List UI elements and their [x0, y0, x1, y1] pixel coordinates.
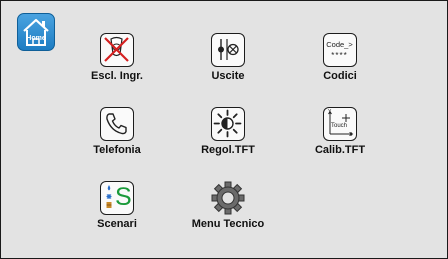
touch-calibration-icon: Y Touch X	[323, 107, 357, 141]
phone-icon	[100, 107, 134, 141]
main-menu-screen: Home Escl. Ingr. Uscite Code_> **** Codi…	[0, 0, 448, 259]
home-icon	[23, 18, 49, 46]
tile-label: Calib.TFT	[314, 144, 366, 156]
tile-label: Menu Tecnico	[191, 218, 265, 230]
outputs-icon	[211, 33, 245, 67]
brightness-icon	[211, 107, 245, 141]
touch-text: Touch	[331, 123, 348, 129]
tile-label: Scenari	[97, 218, 137, 230]
code-mask: ****	[331, 51, 348, 60]
code-title: Code_>	[326, 40, 353, 49]
tile-label: Uscite	[211, 70, 245, 82]
tile-label: Codici	[323, 70, 357, 82]
code-icon: Code_> ****	[323, 33, 357, 67]
gear-icon	[211, 181, 245, 215]
axis-y-label: Y	[328, 109, 332, 115]
home-label: Home	[26, 35, 46, 42]
tile-label: Telefonia	[93, 144, 141, 156]
axis-x-label: X	[349, 132, 353, 138]
tile-label: Escl. Ingr.	[91, 70, 143, 82]
sensor-excluded-icon	[100, 33, 134, 67]
scenari-glyph: S	[115, 183, 132, 211]
home-button[interactable]: Home	[17, 13, 55, 51]
scenarios-icon: S	[100, 181, 134, 215]
tile-label: Regol.TFT	[201, 144, 255, 156]
